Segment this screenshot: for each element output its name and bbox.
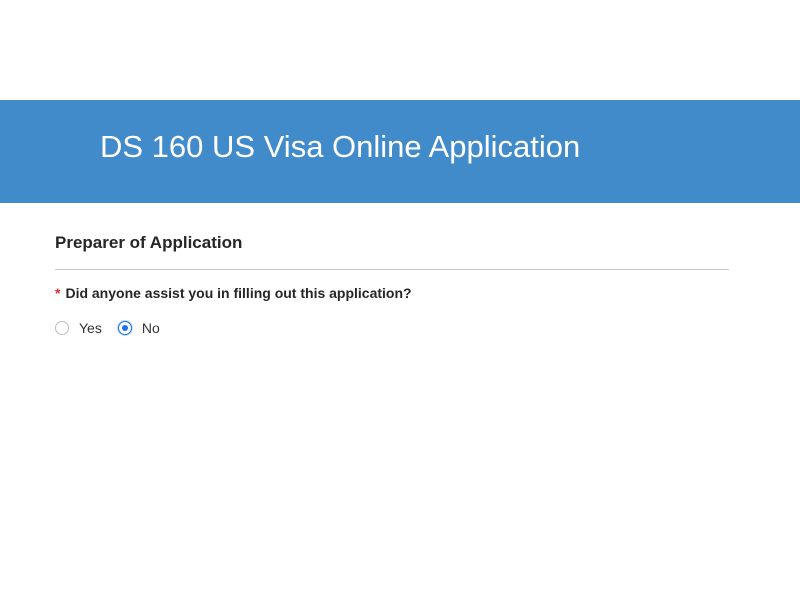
yes-label[interactable]: Yes bbox=[79, 319, 102, 337]
page: DS 160 US Visa Online Application Prepar… bbox=[0, 0, 800, 600]
required-indicator: * bbox=[55, 285, 61, 301]
no-label[interactable]: No bbox=[142, 319, 160, 337]
no-radio[interactable] bbox=[117, 321, 132, 335]
assist-question: * Did anyone assist you in filling out th… bbox=[55, 284, 729, 302]
preparer-section: Preparer of Application * Did anyone assi… bbox=[55, 232, 729, 337]
yes-radio[interactable] bbox=[55, 321, 69, 335]
assist-radio-group: Yes No bbox=[55, 319, 729, 337]
option-no[interactable]: No bbox=[117, 319, 160, 337]
page-title: DS 160 US Visa Online Application bbox=[100, 129, 581, 164]
section-title: Preparer of Application bbox=[55, 232, 729, 270]
header-banner: DS 160 US Visa Online Application bbox=[0, 100, 800, 203]
option-yes[interactable]: Yes bbox=[55, 319, 102, 337]
question-text: Did anyone assist you in filling out thi… bbox=[65, 285, 412, 301]
